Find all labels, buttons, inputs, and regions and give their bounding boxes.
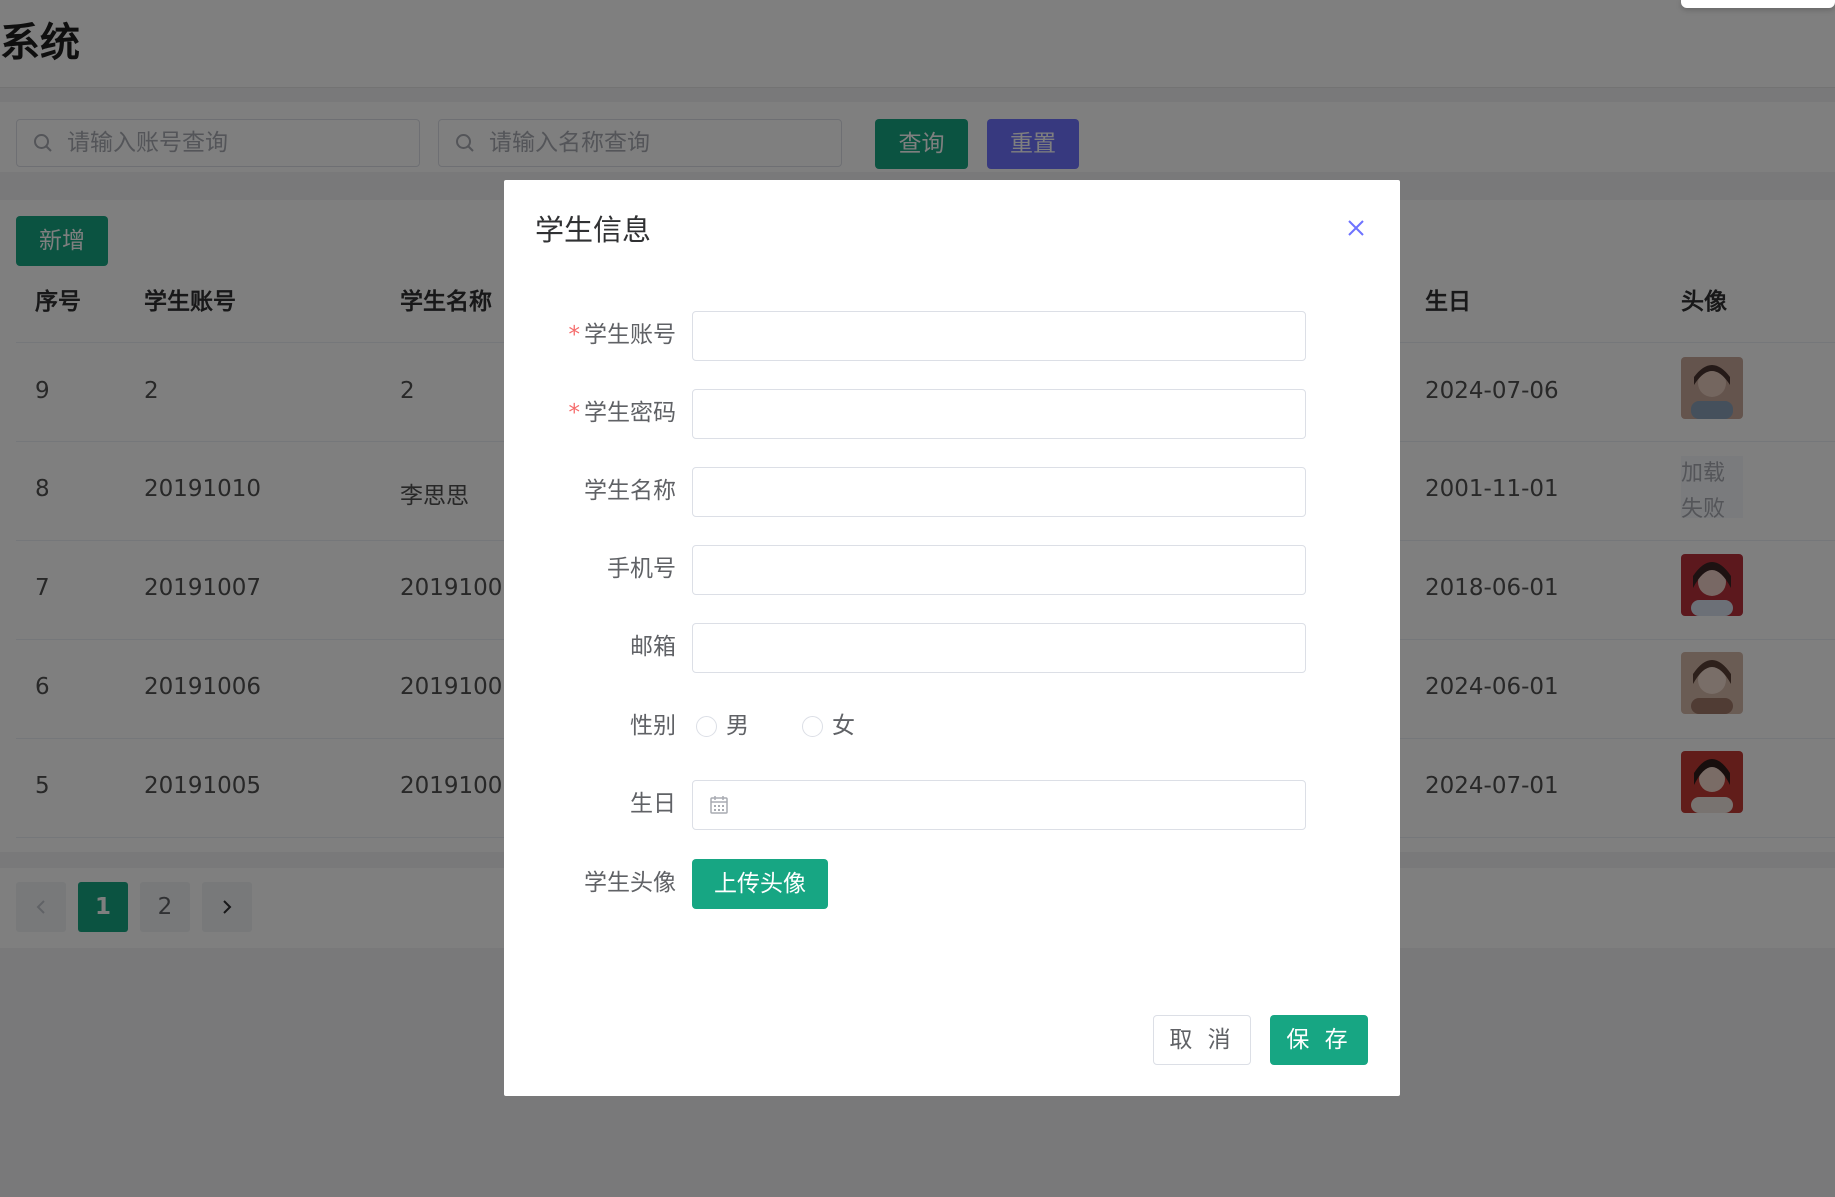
birthday-label: 生日: [630, 791, 676, 817]
gender-radio-female[interactable]: [802, 716, 823, 737]
user-dropdown[interactable]: [1681, 0, 1835, 8]
account-label-text: 学生账号: [584, 322, 676, 348]
account-label: * 学生账号: [569, 320, 677, 350]
password-label-text: 学生密码: [584, 400, 676, 426]
password-label: * 学生密码: [569, 398, 677, 428]
name-label: 学生名称: [584, 478, 676, 504]
gender-label: 性别: [630, 713, 676, 739]
close-icon[interactable]: [1344, 216, 1368, 240]
cancel-button[interactable]: 取 消: [1153, 1015, 1251, 1065]
phone-field[interactable]: [692, 545, 1306, 595]
save-button[interactable]: 保 存: [1270, 1015, 1368, 1065]
name-field[interactable]: [692, 467, 1306, 517]
gender-radio-group: 男 女: [692, 713, 872, 746]
avatar-label: 学生头像: [584, 870, 676, 896]
gender-option-male[interactable]: 男: [726, 711, 749, 741]
gender-option-female[interactable]: 女: [832, 711, 855, 741]
student-info-dialog: 学生信息 * 学生账号 * 学生密码 学生名称 手机号 邮箱 性别 男 女 生日 学…: [504, 180, 1400, 1096]
calendar-icon: [710, 796, 728, 814]
phone-label: 手机号: [607, 556, 676, 582]
required-mark: *: [568, 322, 581, 348]
account-field[interactable]: [692, 311, 1306, 361]
required-mark: *: [568, 400, 581, 426]
email-field[interactable]: [692, 623, 1306, 673]
birthday-picker[interactable]: [692, 780, 1306, 830]
email-label: 邮箱: [630, 634, 676, 660]
dialog-title: 学生信息: [535, 213, 652, 247]
gender-radio-male[interactable]: [696, 716, 717, 737]
password-field[interactable]: [692, 389, 1306, 439]
upload-avatar-button[interactable]: 上传头像: [692, 859, 828, 909]
